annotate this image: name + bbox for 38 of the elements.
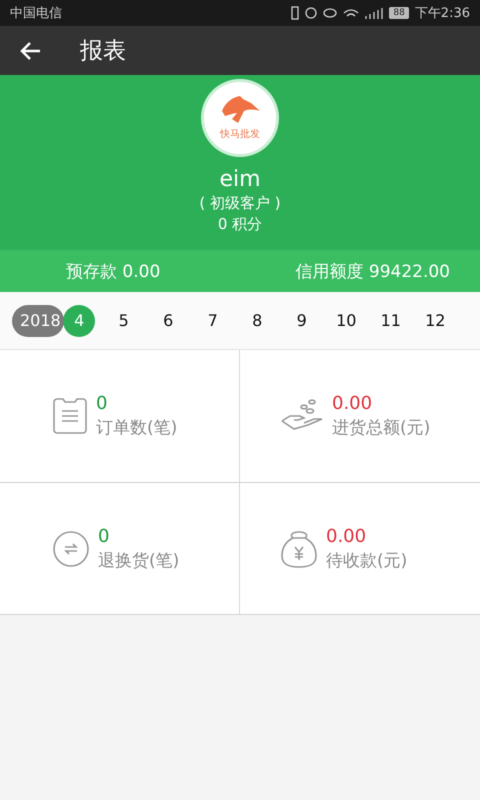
stat-label: 订单数(笔) <box>96 417 178 439</box>
month-tab[interactable]: 11 <box>368 304 413 336</box>
signal-icon <box>365 7 384 19</box>
year-chip[interactable]: 2018 <box>12 304 64 336</box>
coins-in-hand-icon <box>280 399 324 433</box>
stat-tile[interactable]: 0.00 进货总额(元) <box>240 350 480 482</box>
carrier-name: 中国电信 <box>10 5 63 22</box>
stat-label: 进货总额(元) <box>332 417 430 439</box>
stat-label: 退换货(笔) <box>98 550 180 572</box>
stat-value: 0.00 <box>326 526 368 546</box>
screen-title: 报表 <box>80 37 126 66</box>
month-tab[interactable]: 7 <box>190 304 235 336</box>
month-tab[interactable]: 8 <box>235 304 280 336</box>
user-name: eim <box>219 167 261 192</box>
clock: 下午2:36 <box>414 5 470 22</box>
month-tab[interactable]: 10 <box>324 304 368 336</box>
month-tab[interactable]: 12 <box>413 304 458 336</box>
money-bag-icon <box>280 528 318 568</box>
stat-value: 0 <box>96 393 108 414</box>
battery-level: 88 <box>389 7 409 19</box>
balance-label: 信用额度 99422.00 <box>295 260 450 282</box>
stat-value: 0.00 <box>332 393 374 414</box>
balance-label: 预存款 0.00 <box>66 260 160 282</box>
stat-tile[interactable]: 0 退换货(笔) <box>0 482 240 614</box>
back-button[interactable] <box>20 40 42 60</box>
customer-level: ( 初级客户 ) <box>199 194 281 213</box>
stat-value: 0 <box>98 526 110 546</box>
wifi-icon <box>343 8 360 18</box>
stat-tile[interactable]: 0.00 待收款(元) <box>240 482 480 614</box>
points: 0 积分 <box>218 215 262 234</box>
stat-label: 待收款(元) <box>326 550 408 572</box>
exchange-icon <box>52 530 90 568</box>
month-tab[interactable]: 9 <box>280 304 324 336</box>
stat-tile[interactable]: 0 订单数(笔) <box>0 350 240 482</box>
month-tab[interactable]: 6 <box>146 304 190 336</box>
logo-text: 快马批发 <box>220 128 260 141</box>
month-tab[interactable]: 5 <box>102 304 146 336</box>
document-icon <box>52 397 88 435</box>
